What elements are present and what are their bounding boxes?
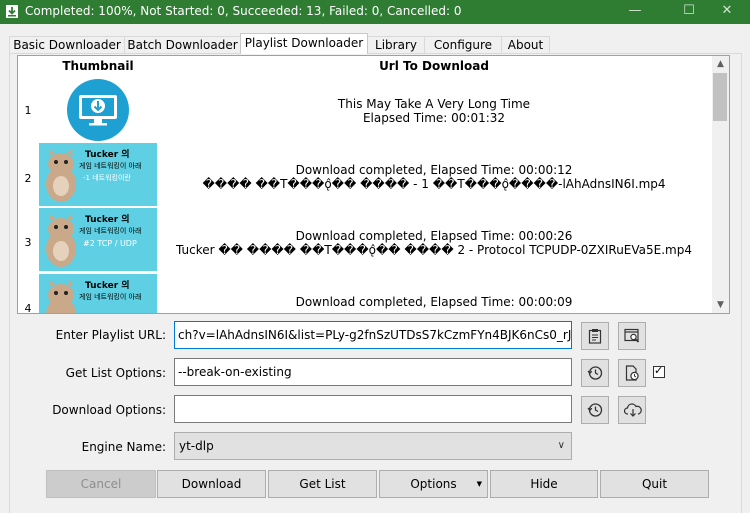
filename-text: ���� ��T���ǫ̂�� ���� - 1 ��T���ǫ̂����-lA…: [202, 177, 666, 191]
row-number: 3: [24, 236, 32, 249]
dropdown-arrow-icon: ▼: [476, 480, 482, 488]
elapsed-text: Elapsed Time: 00:01:32: [362, 111, 506, 125]
monitor-download-icon: [67, 79, 129, 141]
download-button[interactable]: Download: [157, 470, 266, 498]
document-clock-icon: [625, 365, 639, 381]
status-text: Download completed, Elapsed Time: 00:00:…: [295, 295, 573, 309]
column-header-thumbnail[interactable]: Thumbnail: [39, 56, 157, 76]
get-list-options-label: Get List Options:: [65, 366, 166, 380]
window-search-icon: [624, 328, 640, 343]
status-text: Download completed, Elapsed Time: 00:00:…: [295, 229, 573, 243]
clipboard-icon: [588, 329, 602, 344]
row-number: 4: [24, 302, 32, 314]
history-icon: [587, 366, 603, 380]
thumbnail-title: Tucker 의: [85, 215, 130, 225]
get-list-options-config-button[interactable]: [618, 359, 646, 387]
quit-button[interactable]: Quit: [600, 470, 709, 498]
tab-basic-downloader[interactable]: Basic Downloader: [9, 36, 125, 53]
scrollbar-thumb[interactable]: [713, 73, 727, 121]
get-list-options-history-button[interactable]: [581, 359, 609, 387]
browse-playlist-button[interactable]: [618, 322, 646, 350]
url-cell: Download completed, Elapsed Time: 00:00:…: [157, 163, 711, 191]
column-header-url[interactable]: Url To Download: [157, 56, 711, 76]
cancel-button[interactable]: Cancel: [46, 470, 156, 498]
filename-text: Tucker �� ���� ��T���ǫ̂�� ���� 2 - Proto…: [175, 243, 692, 257]
cloud-download-icon: [624, 403, 642, 417]
download-options-history-button[interactable]: [581, 396, 609, 424]
get-list-options-input[interactable]: --break-on-existing: [174, 358, 572, 386]
row-number: 2: [24, 172, 32, 185]
cat-illustration-icon: [46, 280, 76, 313]
url-cell: This May Take A Very Long Time Elapsed T…: [157, 97, 711, 125]
chevron-down-icon: ∨: [557, 440, 565, 451]
thumbnail-tag: #2 TCP / UDP: [83, 239, 137, 248]
close-button[interactable]: ✕: [704, 0, 750, 24]
thumbnail-subtitle: 게임 네트워킹이 아래: [79, 162, 142, 170]
tucker-thumbnail: Tucker 의 게임 네트워킹이 아래: [39, 274, 157, 313]
app-icon: [6, 5, 18, 18]
tab-library[interactable]: Library: [367, 36, 425, 53]
options-button[interactable]: Options ▼: [379, 470, 488, 498]
tab-playlist-downloader[interactable]: Playlist Downloader: [240, 33, 368, 54]
tucker-thumbnail: Tucker 의 게임 네트워킹이 아래 -1 네트워킹이란: [39, 143, 157, 206]
tab-configure[interactable]: Configure: [424, 36, 502, 53]
break-on-existing-checkbox[interactable]: ✓: [653, 364, 665, 378]
thumbnail-tag: -1 네트워킹이란: [83, 174, 131, 182]
scroll-up-icon[interactable]: ▲: [712, 56, 729, 72]
grid-scrollbar[interactable]: ▲ ▼: [712, 56, 729, 313]
get-list-button[interactable]: Get List: [268, 470, 377, 498]
playlist-url-label: Enter Playlist URL:: [55, 328, 166, 342]
checkmark-icon: ✓: [654, 364, 664, 377]
engine-name-label: Engine Name:: [81, 440, 166, 454]
row-number: 1: [24, 104, 32, 117]
thumbnail-title: Tucker 의: [85, 150, 130, 160]
url-cell: Download completed, Elapsed Time: 00:00:…: [157, 229, 711, 257]
playlist-url-input[interactable]: ch?v=lAhAdnsIN6I&list=PLy-g2fnSzUTDsS7kC…: [174, 321, 572, 349]
title-bar: Completed: 100%, Not Started: 0, Succeed…: [0, 0, 750, 24]
thumbnail-subtitle: 게임 네트워킹이 아래: [79, 293, 142, 301]
hide-button[interactable]: Hide: [490, 470, 598, 498]
minimize-button[interactable]: —: [612, 0, 658, 24]
window-title: Completed: 100%, Not Started: 0, Succeed…: [25, 4, 462, 18]
options-label: Options: [410, 477, 457, 491]
tab-batch-downloader[interactable]: Batch Downloader: [124, 36, 241, 53]
download-grid[interactable]: Thumbnail Url To Download 1 This May Tak…: [17, 55, 730, 314]
history-icon: [587, 403, 603, 417]
tucker-thumbnail: Tucker 의 게임 네트워킹이 아래 #2 TCP / UDP: [39, 208, 157, 271]
tab-about[interactable]: About: [501, 36, 550, 53]
download-options-label: Download Options:: [52, 403, 166, 417]
cat-illustration-icon: [46, 149, 76, 202]
cat-illustration-icon: [46, 214, 76, 267]
scroll-down-icon[interactable]: ▼: [712, 297, 729, 313]
thumbnail-subtitle: 게임 네트워킹이 아래: [79, 227, 142, 235]
status-text: Download completed, Elapsed Time: 00:00:…: [295, 163, 573, 177]
download-options-input[interactable]: [174, 395, 572, 423]
cloud-download-button[interactable]: [618, 396, 646, 424]
engine-name-value: yt-dlp: [179, 439, 214, 453]
url-cell: Download completed, Elapsed Time: 00:00:…: [157, 295, 711, 309]
status-text: This May Take A Very Long Time: [337, 97, 531, 111]
engine-name-select[interactable]: yt-dlp ∨: [174, 432, 572, 460]
thumbnail-title: Tucker 의: [85, 281, 130, 291]
paste-clipboard-button[interactable]: [581, 322, 609, 350]
thumbnail: [39, 78, 157, 141]
